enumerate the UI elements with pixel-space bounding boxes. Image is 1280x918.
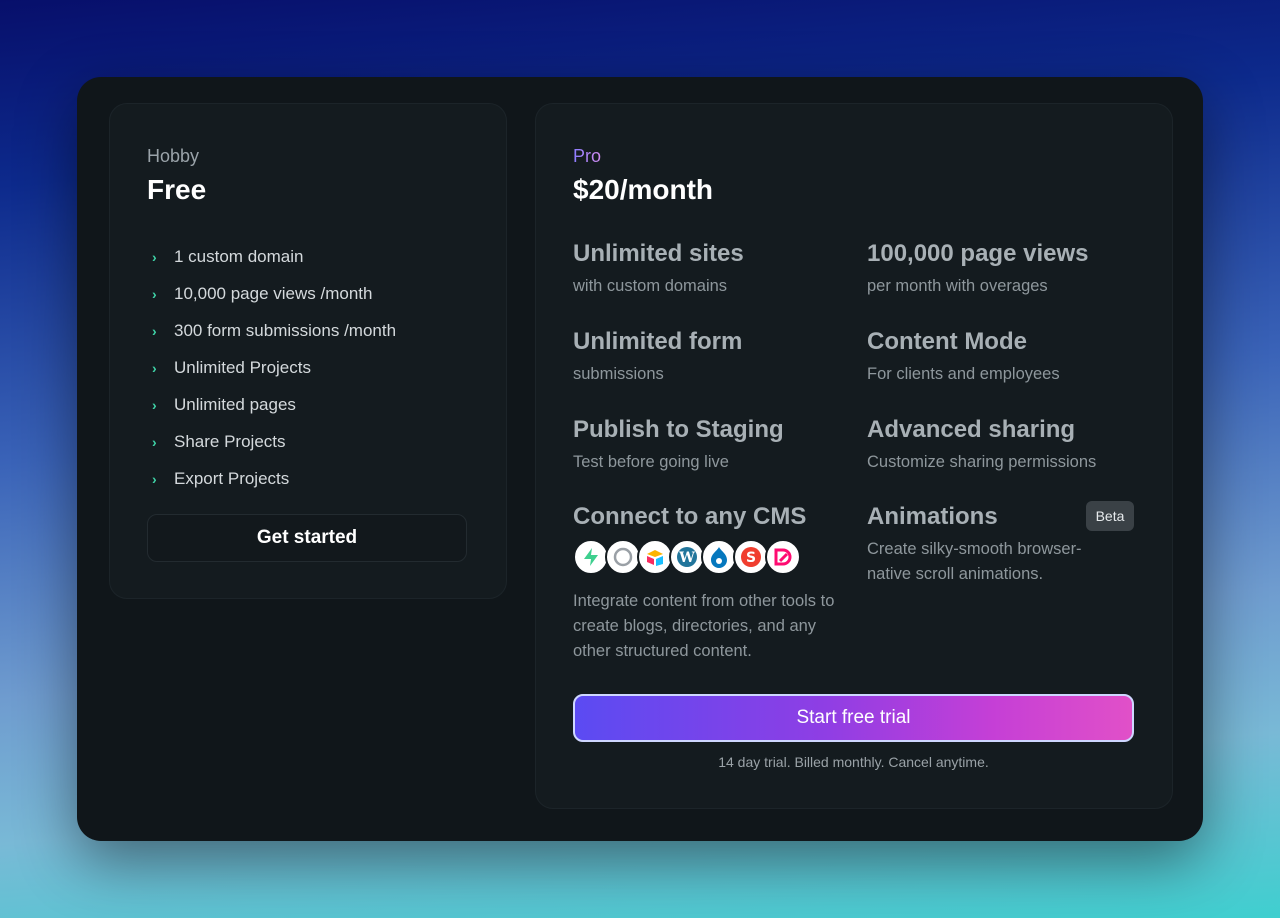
feature-unlimited-form: Unlimited form submissions bbox=[573, 328, 742, 387]
svg-text:W: W bbox=[678, 550, 695, 566]
pricing-panel: Hobby Free › 1 custom domain › 10,000 page… bbox=[77, 77, 1203, 841]
feature-title: Animations bbox=[867, 503, 998, 530]
feature-title: Content Mode bbox=[867, 328, 1027, 355]
chevron-right-icon: › bbox=[152, 433, 157, 450]
supabase-icon bbox=[573, 539, 609, 575]
list-item: › Unlimited pages bbox=[152, 386, 396, 423]
feature-content-mode: Content Mode For clients and employees bbox=[867, 328, 1060, 387]
chevron-right-icon: › bbox=[152, 359, 157, 376]
get-started-button[interactable]: Get started bbox=[147, 514, 467, 562]
feature-title: Unlimited sites bbox=[573, 240, 744, 267]
list-item: › 10,000 page views /month bbox=[152, 275, 396, 312]
feature-label: 1 custom domain bbox=[174, 246, 304, 266]
feature-title: Unlimited form bbox=[573, 328, 743, 355]
feature-subtitle: per month with overages bbox=[867, 277, 1048, 295]
feature-label: 10,000 page views /month bbox=[174, 283, 373, 303]
feature-title: Connect to any CMS bbox=[573, 503, 807, 530]
feature-subtitle: submissions bbox=[573, 365, 664, 383]
feature-subtitle: Customize sharing permissions bbox=[867, 453, 1097, 471]
trial-note: 14 day trial. Billed monthly. Cancel any… bbox=[718, 754, 989, 770]
start-free-trial-button[interactable]: Start free trial bbox=[573, 694, 1134, 742]
feature-subtitle: Integrate content from other tools to cr… bbox=[573, 592, 835, 660]
svg-text:S: S bbox=[746, 550, 756, 566]
beta-badge: Beta bbox=[1086, 501, 1134, 531]
feature-title: 100,000 page views bbox=[867, 240, 1089, 267]
drupal-icon bbox=[701, 539, 737, 575]
hobby-plan-card: Hobby Free › 1 custom domain › 10,000 page… bbox=[109, 103, 507, 599]
feature-advanced-sharing: Advanced sharing Customize sharing permi… bbox=[867, 416, 1096, 475]
airtable-icon bbox=[637, 539, 673, 575]
plan-price: Free bbox=[147, 174, 207, 205]
list-item: › 1 custom domain bbox=[152, 238, 396, 275]
feature-animations: Animations Create silky-smooth browser-n… bbox=[867, 503, 1117, 587]
pro-plan-card: Pro $20/month Unlimited sites with custo… bbox=[535, 103, 1173, 809]
plan-name: Pro bbox=[573, 146, 602, 166]
chevron-right-icon: › bbox=[152, 322, 157, 339]
feature-title: Publish to Staging bbox=[573, 416, 784, 443]
chevron-right-icon: › bbox=[152, 285, 157, 302]
list-item: › 300 form submissions /month bbox=[152, 312, 396, 349]
sanity-icon: S bbox=[733, 539, 769, 575]
plan-price: $20/month bbox=[573, 174, 714, 205]
feature-publish-staging: Publish to Staging Test before going liv… bbox=[573, 416, 784, 475]
feature-subtitle: Test before going live bbox=[573, 453, 729, 471]
feature-title: Advanced sharing bbox=[867, 416, 1076, 443]
feature-subtitle: with custom domains bbox=[573, 277, 728, 295]
wordpress-icon: W bbox=[669, 539, 705, 575]
feature-label: Share Projects bbox=[174, 431, 286, 451]
list-item: › Export Projects bbox=[152, 460, 396, 497]
feature-label: Unlimited pages bbox=[174, 394, 296, 414]
feature-unlimited-sites: Unlimited sites with custom domains bbox=[573, 240, 744, 299]
chevron-right-icon: › bbox=[152, 470, 157, 487]
feature-subtitle: Create silky-smooth browser-native scrol… bbox=[867, 540, 1082, 583]
dato-icon bbox=[765, 539, 801, 575]
contentful-icon bbox=[605, 539, 641, 575]
chevron-right-icon: › bbox=[152, 248, 157, 265]
feature-label: 300 form submissions /month bbox=[174, 320, 397, 340]
plan-name: Hobby bbox=[147, 146, 200, 166]
feature-subtitle: For clients and employees bbox=[867, 365, 1060, 383]
list-item: › Unlimited Projects bbox=[152, 349, 396, 386]
cms-icon-row: W S bbox=[573, 539, 843, 575]
feature-label: Export Projects bbox=[174, 468, 290, 488]
feature-list: › 1 custom domain › 10,000 page views /mon… bbox=[152, 238, 396, 497]
feature-connect-cms: Connect to any CMS W S Integrate content… bbox=[573, 503, 843, 664]
feature-page-views: 100,000 page views per month with overag… bbox=[867, 240, 1088, 299]
chevron-right-icon: › bbox=[152, 396, 157, 413]
feature-label: Unlimited Projects bbox=[174, 357, 311, 377]
list-item: › Share Projects bbox=[152, 423, 396, 460]
